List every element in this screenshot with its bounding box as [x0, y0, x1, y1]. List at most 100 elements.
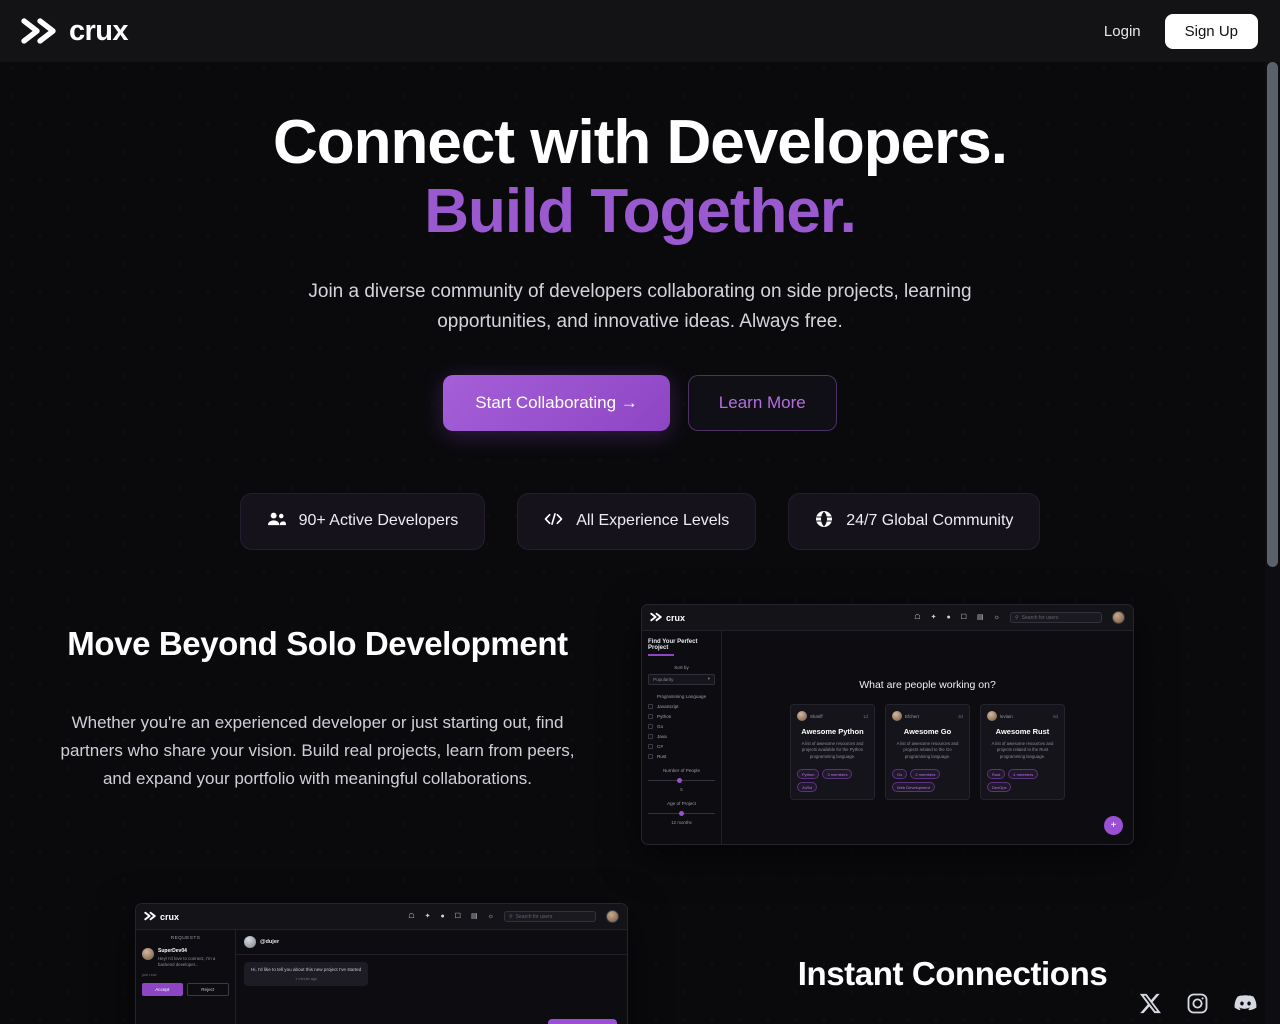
signup-button[interactable]: Sign Up — [1164, 13, 1258, 49]
chat-username: @dujer — [260, 939, 280, 945]
discord-icon[interactable] — [1233, 991, 1258, 1016]
project-card[interactable]: Efchert 3d Awesome Go A list of awesome … — [885, 704, 970, 800]
nav-actions: Login Sign Up — [1104, 13, 1258, 49]
mockup-two-search-placeholder: Search for users — [515, 913, 553, 920]
project-card-list: Shariff 1d Awesome Python A list of awes… — [722, 704, 1133, 800]
tag: 4 members — [1008, 769, 1039, 779]
double-chevron-icon — [144, 908, 159, 926]
chat-panel: @dujer Hi, I'd like to tell you about th… — [236, 930, 627, 1024]
project-card-user: Shariff — [797, 711, 823, 721]
project-card-username: Shariff — [810, 713, 823, 719]
compass-icon[interactable]: ✦ — [931, 614, 937, 621]
language-checkbox-csharp[interactable]: C# — [648, 743, 715, 749]
start-collaborating-button[interactable]: Start Collaborating → — [443, 374, 670, 431]
sidebar-title: Find Your Perfect Project — [648, 639, 698, 651]
person-icon[interactable]: ● — [440, 913, 444, 920]
language-label: Go — [657, 723, 664, 729]
checkbox-icon — [648, 723, 653, 729]
language-checkbox-python[interactable]: Python — [648, 713, 715, 719]
project-feed: What are people working on? Shariff 1d A… — [722, 631, 1133, 844]
mockup-two-brand: crux — [144, 908, 179, 926]
age-of-project-slider[interactable] — [648, 810, 715, 816]
mockup-one-brand: crux — [650, 609, 685, 627]
project-card-tags: Rust 4 members DevOps — [987, 769, 1058, 792]
number-of-people-value: 5 — [680, 786, 683, 792]
hero-stats: 90+ Active Developers All Experience Lev… — [0, 492, 1280, 550]
language-label: Java — [657, 733, 667, 739]
login-button[interactable]: Login — [1104, 23, 1141, 40]
page-title: Connect with Developers. Build Together. — [0, 108, 1280, 247]
page-scrollbar[interactable] — [1265, 62, 1280, 1024]
project-card-username: Efchert — [905, 713, 919, 719]
compass-icon[interactable]: ✦ — [425, 913, 431, 920]
project-card-title: Awesome Rust — [995, 727, 1050, 736]
feature-two-heading: Instant Connections — [797, 955, 1108, 992]
scrollbar-thumb[interactable] — [1267, 62, 1278, 567]
search-icon: ⚲ — [509, 913, 513, 920]
project-card[interactable]: Shariff 1d Awesome Python A list of awes… — [790, 704, 875, 800]
stat-label-community: 24/7 Global Community — [846, 512, 1014, 530]
project-card-tags: Go 2 members Web Development — [892, 769, 963, 792]
x-twitter-icon[interactable] — [1139, 992, 1162, 1015]
request-timestamp: just now — [142, 971, 157, 977]
chat-bubble-outgoing: Hey! Sounds great, join us! — [547, 1019, 617, 1024]
messages-icon[interactable]: ☐ — [961, 614, 967, 621]
chat-bubble-incoming: Hi, I'd like to tell you about this new … — [244, 962, 369, 986]
mockup-one-search-placeholder: Search for users — [1021, 614, 1059, 621]
hero-title-line-1: Connect with Developers. — [273, 108, 1008, 177]
project-card[interactable]: levlam 5d Awesome Rust A list of awesome… — [980, 704, 1065, 800]
inbox-icon[interactable]: ▤ — [977, 614, 984, 621]
mockup-one-search-input[interactable]: ⚲ Search for users — [1010, 612, 1102, 623]
number-of-people-slider[interactable] — [648, 777, 715, 783]
language-checkbox-go[interactable]: Go — [648, 723, 715, 729]
language-checkbox-javascript[interactable]: JavaScript — [648, 703, 715, 709]
avatar — [987, 711, 997, 721]
number-of-people-label: Number of People — [662, 767, 701, 773]
sort-by-select[interactable]: Popularity ▾ — [648, 673, 715, 685]
instagram-icon[interactable] — [1186, 992, 1209, 1015]
accept-button[interactable]: Accept — [142, 982, 183, 996]
avatar — [797, 711, 807, 721]
mockup-two-search-input[interactable]: ⚲ Search for users — [504, 911, 596, 922]
project-filter-sidebar: Find Your Perfect Project Sort by Popula… — [642, 631, 722, 844]
avatar — [244, 936, 256, 948]
slider-handle[interactable] — [677, 777, 683, 783]
project-card-user: Efchert — [892, 711, 919, 721]
checkbox-icon — [648, 733, 653, 739]
tag: 2d/5d — [797, 782, 818, 792]
messages-icon[interactable]: ☐ — [455, 913, 461, 920]
hero-section: Connect with Developers. Build Together.… — [0, 62, 1280, 550]
brand-logo[interactable]: crux — [20, 16, 128, 46]
request-content: SuperDev04 Hey! I'd love to connect, I'm… — [158, 948, 229, 969]
reject-button[interactable]: Reject — [186, 982, 229, 996]
learn-more-button[interactable]: Learn More — [687, 374, 837, 431]
avatar[interactable] — [1112, 611, 1125, 624]
project-feed-heading: What are people working on? — [859, 679, 996, 691]
project-card-meta: 3d — [958, 713, 963, 719]
tag: 3 members — [822, 769, 853, 779]
project-card-meta: 1d — [863, 713, 868, 719]
checkbox-icon — [648, 703, 653, 709]
language-label: C# — [657, 743, 663, 749]
mockup-one-nav: ☖ ✦ ● ☐ ▤ ☼ ⚲ Search for users — [914, 611, 1125, 624]
home-icon[interactable]: ☖ — [408, 913, 414, 920]
globe-icon — [815, 510, 833, 533]
language-checkbox-rust[interactable]: Rust — [648, 753, 715, 759]
person-icon[interactable]: ● — [946, 614, 950, 621]
slider-handle[interactable] — [678, 810, 684, 816]
checkbox-icon — [648, 713, 653, 719]
title-underline — [648, 654, 674, 656]
language-checkbox-java[interactable]: Java — [648, 733, 715, 739]
inbox-icon[interactable]: ▤ — [471, 913, 478, 920]
chat-bubble-time: 1 minute ago — [295, 976, 318, 981]
feature-one-copy: Move Beyond Solo Development Whether you… — [40, 625, 595, 794]
avatar[interactable] — [606, 910, 619, 923]
chat-messages: Hi, I'd like to tell you about this new … — [236, 955, 627, 1024]
bell-icon[interactable]: ☼ — [488, 913, 494, 920]
language-filter-label: Programming Language — [656, 693, 707, 699]
new-project-fab[interactable]: + — [1104, 816, 1123, 835]
stat-label-experience: All Experience Levels — [576, 512, 730, 530]
feature-two-copy: Instant Connections — [700, 955, 1205, 993]
home-icon[interactable]: ☖ — [914, 614, 920, 621]
bell-icon[interactable]: ☼ — [994, 614, 1000, 621]
